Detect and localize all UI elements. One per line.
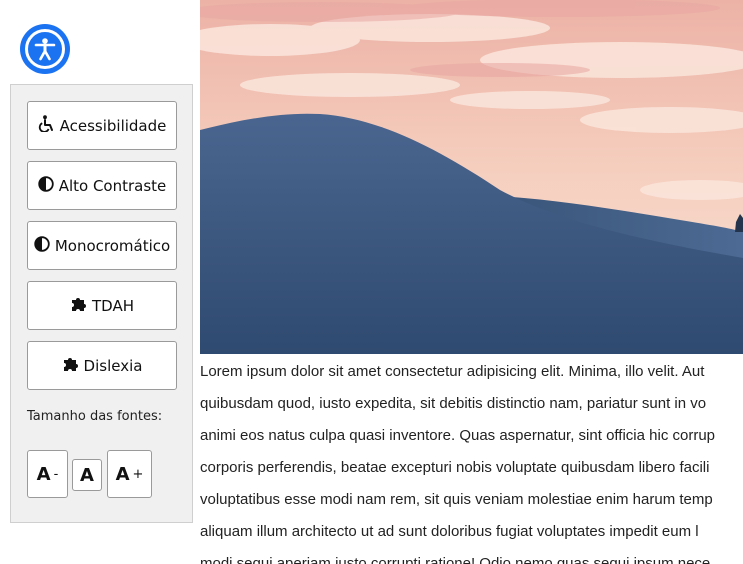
monochrome-button[interactable]: Monocromático	[27, 221, 177, 270]
decrease-font-button[interactable]: A -	[27, 450, 68, 498]
contrast-icon	[38, 175, 54, 196]
dyslexia-button[interactable]: Dislexia	[27, 341, 177, 390]
accessibility-button[interactable]: Acessibilidade	[27, 101, 177, 150]
reset-font-button[interactable]: A	[72, 459, 102, 491]
accessibility-panel: Acessibilidade Alto Contraste Monocromát…	[10, 84, 193, 523]
accessibility-button-label: Acessibilidade	[59, 116, 167, 135]
wheelchair-icon	[38, 115, 55, 136]
adhd-button-label: TDAH	[92, 296, 134, 315]
accessibility-icon	[25, 29, 65, 69]
article-line: modi sequi aperiam iusto corrupti ration…	[200, 555, 711, 564]
article-line: Lorem ipsum dolor sit amet consectetur a…	[200, 363, 705, 380]
puzzle-icon	[70, 295, 87, 316]
adhd-button[interactable]: TDAH	[27, 281, 177, 330]
font-size-label: Tamanho das fontes:	[27, 409, 163, 424]
article-line: aliquam illum architecto ut ad sunt dolo…	[200, 523, 699, 540]
dyslexia-button-label: Dislexia	[83, 356, 143, 375]
increase-font-button[interactable]: A +	[107, 450, 152, 498]
high-contrast-button[interactable]: Alto Contraste	[27, 161, 177, 210]
article-line: voluptatibus esse modi nam rem, sit quis…	[200, 491, 713, 508]
article-line: quibusdam quod, iusto expedita, sit debi…	[200, 395, 707, 412]
accessibility-toggle-button[interactable]	[20, 24, 70, 74]
monochrome-button-label: Monocromático	[54, 236, 171, 255]
contrast-icon	[34, 235, 50, 256]
article-text: Lorem ipsum dolor sit amet consectetur a…	[200, 356, 743, 564]
article-line: animi eos natus culpa quasi inventore. Q…	[200, 427, 716, 444]
puzzle-icon	[62, 355, 79, 376]
article-line: corporis perferendis, beatae excepturi n…	[200, 459, 710, 476]
high-contrast-button-label: Alto Contraste	[58, 176, 167, 195]
hero-image	[200, 0, 743, 354]
